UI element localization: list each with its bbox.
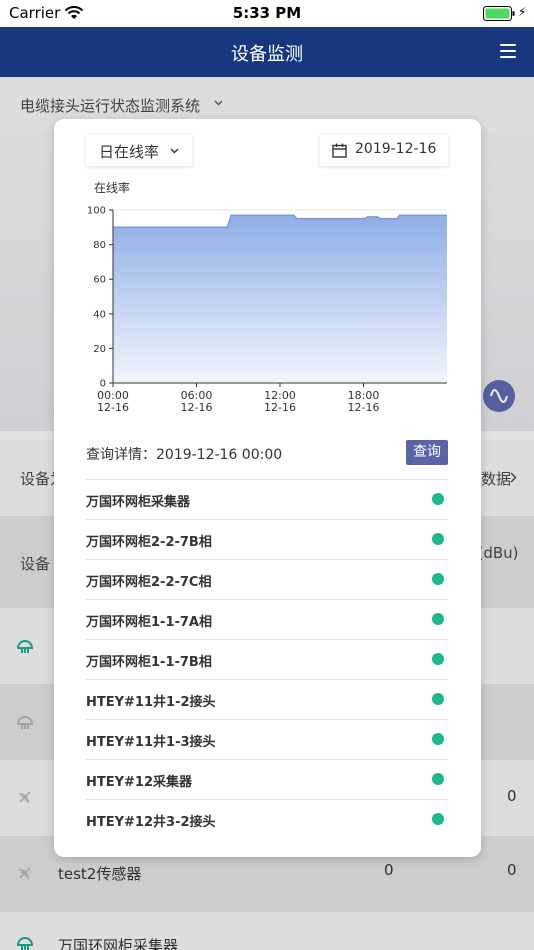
online-rate-modal: 日在线率 2019-12-16 在线率 0 20 40 60 80 100 00:00 12-1… [54,119,481,857]
y-tick-label: 20 [93,344,106,355]
device-list: 万国环网柜采集器万国环网柜2-2-7B相 万国环网柜2-2-7C相 万国环网柜1-1… [86,479,448,839]
device-name: 万国环网柜1-1-7B相 [86,655,212,670]
device-name: 万国环网柜1-1-7A相 [86,615,212,630]
device-row[interactable]: 万国环网柜2-2-7B相 [86,519,448,559]
x-tick-date-label: 12-16 [264,401,296,414]
query-button[interactable]: 查询 [406,440,448,465]
online-status-dot [432,573,444,585]
y-tick-label: 100 [87,206,106,217]
y-tick-label: 60 [93,275,106,286]
online-status-dot [432,613,444,625]
online-status-dot [432,813,444,825]
chevron-down-icon [170,148,179,154]
device-name: 万国环网柜采集器 [86,495,191,510]
page-title: 设备监测 [231,44,303,65]
rate-type-select[interactable]: 日在线率 [86,135,192,166]
online-status-dot [432,773,444,785]
x-tick-date-label: 12-16 [181,401,213,414]
date-picker[interactable]: 2019-12-16 [320,135,448,166]
device-row[interactable]: 万国环网柜1-1-7A相 [86,599,448,639]
online-status-dot [432,733,444,745]
online-status-dot [432,693,444,705]
device-name: HTEY#11井1-2接头 [86,695,216,710]
date-value: 2019-12-16 [355,141,437,157]
online-rate-chart: 在线率02040608010000:0012-1606:0012-1612:00… [87,180,447,414]
y-tick-label: 40 [93,309,106,320]
device-row[interactable]: 万国环网柜1-1-7B相 [86,639,448,679]
charging-icon: ⚡ [518,5,527,19]
device-name: HTEY#12井3-2接头 [86,815,216,830]
series-area [113,215,447,383]
status-bar: Carrier 5:33 PM ⚡ [0,0,534,27]
nav-bar: 设备监测 [0,27,534,77]
hamburger-menu-icon[interactable] [500,44,516,58]
device-row[interactable]: 万国环网柜采集器 [86,479,448,519]
query-detail-label: 查询详情：2019-12-16 00:00 [86,447,283,463]
y-axis-label: 在线率 [94,180,130,195]
device-row[interactable]: HTEY#11井1-3接头 [86,719,448,759]
x-tick-date-label: 12-16 [97,401,129,414]
y-tick-label: 80 [93,240,106,251]
device-row[interactable]: HTEY#12采集器 [86,759,448,799]
clock-label: 5:33 PM [232,4,302,22]
device-name: HTEY#11井1-3接头 [86,735,216,750]
x-tick-date-label: 12-16 [348,401,380,414]
device-name: HTEY#12采集器 [86,775,193,790]
device-name: 万国环网柜2-2-7C相 [86,575,212,590]
device-row[interactable]: 万国环网柜2-2-7C相 [86,559,448,599]
device-row[interactable]: HTEY#11井1-2接头 [86,679,448,719]
online-status-dot [432,533,444,545]
device-name: 万国环网柜2-2-7B相 [86,535,212,550]
online-status-dot [432,653,444,665]
online-status-dot [432,493,444,505]
calendar-icon [332,143,347,158]
y-tick-label: 0 [100,379,106,390]
battery-icon [483,6,515,21]
rate-type-label: 日在线率 [99,143,160,161]
device-row[interactable]: HTEY#12井3-2接头 [86,799,448,839]
